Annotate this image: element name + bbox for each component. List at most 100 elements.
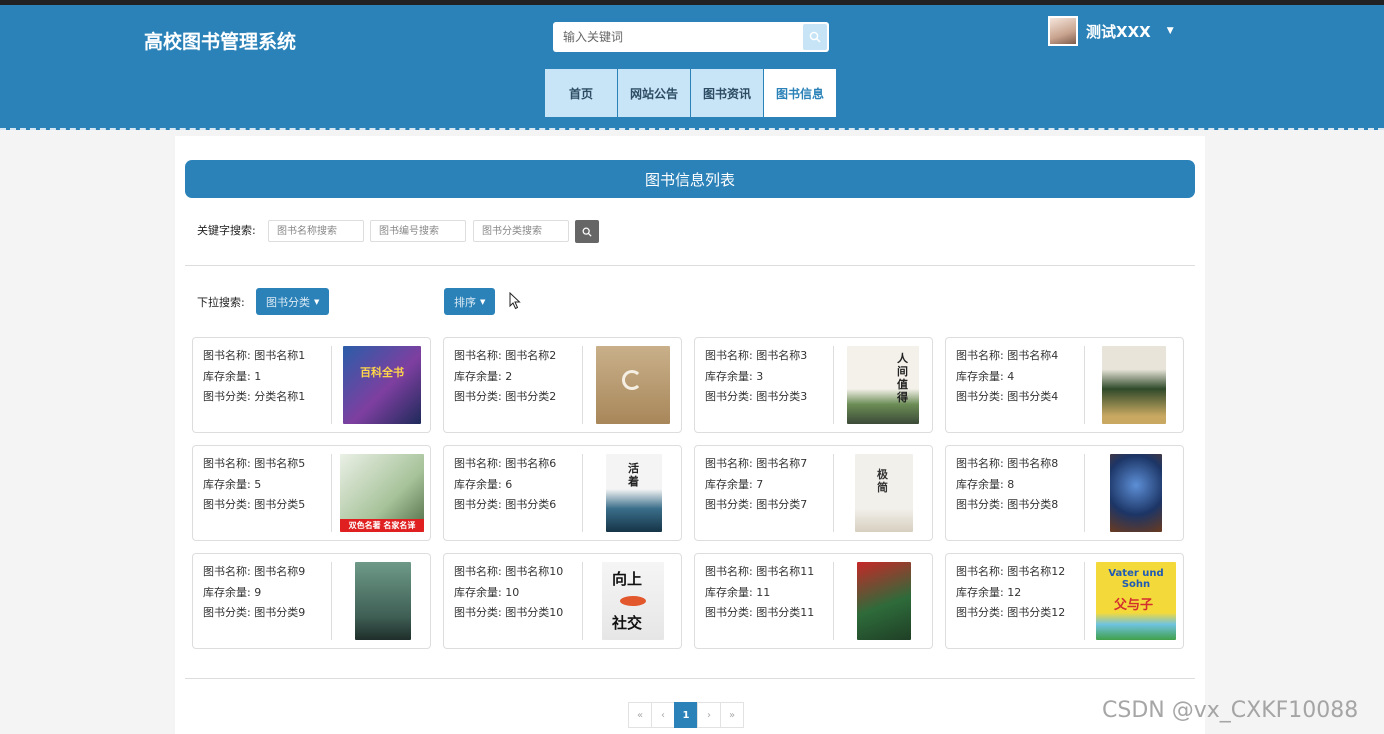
book-stock: 4 bbox=[1007, 369, 1015, 383]
book-card[interactable]: 图书名称: 图书名称1 库存余量: 1 图书分类: 分类名称1 百科全书 bbox=[192, 337, 431, 433]
book-card[interactable]: 图书名称: 图书名称8 库存余量: 8 图书分类: 图书分类8 bbox=[945, 445, 1184, 541]
book-category: 图书分类8 bbox=[1007, 498, 1059, 511]
book-category: 图书分类9 bbox=[254, 606, 306, 619]
book-stock: 10 bbox=[505, 585, 520, 599]
book-card[interactable]: 图书名称: 图书名称2 库存余量: 2 图书分类: 图书分类2 bbox=[443, 337, 682, 433]
nav-item-book-info[interactable]: 图书信息 bbox=[764, 69, 836, 117]
book-stock: 3 bbox=[756, 369, 764, 383]
book-stock: 6 bbox=[505, 477, 513, 491]
book-info: 图书名称: 图书名称3 库存余量: 3 图书分类: 图书分类3 bbox=[705, 349, 808, 403]
category-dropdown-button[interactable]: 图书分类 ▼ bbox=[256, 288, 330, 315]
book-stock: 8 bbox=[1007, 477, 1015, 491]
book-card[interactable]: 图书名称: 图书名称10 库存余量: 10 图书分类: 图书分类10 向上 社交 bbox=[443, 553, 682, 649]
book-cover-image[interactable]: 极简 bbox=[855, 454, 913, 532]
book-stock: 1 bbox=[254, 369, 262, 383]
book-cover-image[interactable] bbox=[857, 562, 911, 640]
book-info: 图书名称: 图书名称1 库存余量: 1 图书分类: 分类名称1 bbox=[203, 349, 306, 403]
search-button[interactable] bbox=[803, 24, 827, 50]
nav-item-home[interactable]: 首页 bbox=[545, 69, 617, 117]
book-name: 图书名称8 bbox=[1007, 457, 1059, 470]
book-category: 图书分类4 bbox=[1007, 390, 1059, 403]
user-menu[interactable]: 测试XXX ▼ bbox=[1048, 16, 1174, 46]
book-name-search-input[interactable] bbox=[268, 220, 364, 242]
caret-down-icon: ▼ bbox=[314, 297, 320, 306]
book-name: 图书名称9 bbox=[254, 565, 306, 578]
book-name: 图书名称7 bbox=[756, 457, 808, 470]
book-name: 图书名称11 bbox=[756, 565, 815, 578]
book-cover-image[interactable] bbox=[1110, 454, 1162, 532]
book-info: 图书名称: 图书名称8 库存余量: 8 图书分类: 图书分类8 bbox=[956, 457, 1059, 511]
search-icon bbox=[809, 31, 821, 43]
book-card[interactable]: 图书名称: 图书名称11 库存余量: 11 图书分类: 图书分类11 bbox=[694, 553, 933, 649]
last-page-button[interactable]: » bbox=[720, 702, 744, 728]
book-cover-image[interactable]: 活着 bbox=[606, 454, 662, 532]
book-cover-image[interactable] bbox=[1102, 346, 1166, 424]
book-stock: 9 bbox=[254, 585, 262, 599]
user-name[interactable]: 测试XXX bbox=[1086, 21, 1151, 42]
book-card[interactable]: 图书名称: 图书名称7 库存余量: 7 图书分类: 图书分类7 极简 bbox=[694, 445, 933, 541]
book-category: 图书分类7 bbox=[756, 498, 808, 511]
book-name: 图书名称2 bbox=[505, 349, 557, 362]
site-header: 高校图书管理系统 测试XXX ▼ 首页 网站公告 图书资讯 图书信息 bbox=[0, 0, 1384, 130]
book-stock: 2 bbox=[505, 369, 513, 383]
book-name: 图书名称1 bbox=[254, 349, 306, 362]
book-card[interactable]: 图书名称: 图书名称6 库存余量: 6 图书分类: 图书分类6 活着 bbox=[443, 445, 682, 541]
book-card[interactable]: 图书名称: 图书名称4 库存余量: 4 图书分类: 图书分类4 bbox=[945, 337, 1184, 433]
prev-page-button[interactable]: ‹ bbox=[651, 702, 675, 728]
mouse-cursor-icon bbox=[509, 292, 521, 310]
book-category: 图书分类3 bbox=[756, 390, 808, 403]
page-1-button[interactable]: 1 bbox=[674, 702, 698, 728]
book-info: 图书名称: 图书名称9 库存余量: 9 图书分类: 图书分类9 bbox=[203, 565, 306, 619]
keyword-search-button[interactable] bbox=[575, 220, 599, 243]
divider bbox=[185, 265, 1195, 266]
book-stock: 11 bbox=[756, 585, 771, 599]
search-input[interactable] bbox=[553, 22, 803, 52]
pagination: « ‹ 1 › » bbox=[628, 702, 744, 728]
keyword-search-label: 关键字搜索: bbox=[197, 224, 256, 237]
book-category: 图书分类2 bbox=[505, 390, 557, 403]
header-search bbox=[553, 22, 829, 52]
book-info: 图书名称: 图书名称7 库存余量: 7 图书分类: 图书分类7 bbox=[705, 457, 808, 511]
book-code-search-input[interactable] bbox=[370, 220, 466, 242]
book-category: 图书分类6 bbox=[505, 498, 557, 511]
book-card[interactable]: 图书名称: 图书名称5 库存余量: 5 图书分类: 图书分类5 双色名著 名家名… bbox=[192, 445, 431, 541]
nav-item-news[interactable]: 图书资讯 bbox=[691, 69, 763, 117]
sort-dropdown-button[interactable]: 排序 ▼ bbox=[444, 288, 496, 315]
book-cover-image[interactable]: 向上 社交 bbox=[602, 562, 664, 640]
nav-item-announcements[interactable]: 网站公告 bbox=[618, 69, 690, 117]
book-stock: 5 bbox=[254, 477, 262, 491]
book-cover-image[interactable]: 百科全书 bbox=[343, 346, 421, 424]
main-nav: 首页 网站公告 图书资讯 图书信息 bbox=[545, 69, 837, 117]
book-category: 图书分类11 bbox=[756, 606, 815, 619]
category-dropdown-label: 图书分类 bbox=[266, 295, 310, 309]
book-category-search-input[interactable] bbox=[473, 220, 569, 242]
book-cover-image[interactable] bbox=[596, 346, 670, 424]
book-card[interactable]: 图书名称: 图书名称12 库存余量: 12 图书分类: 图书分类12 Vater… bbox=[945, 553, 1184, 649]
book-info: 图书名称: 图书名称6 库存余量: 6 图书分类: 图书分类6 bbox=[454, 457, 557, 511]
book-name: 图书名称3 bbox=[756, 349, 808, 362]
book-list-panel: 图书信息列表 关键字搜索: 下拉搜索: 图书分类 ▼ 排序 ▼ 图书名称: 图书名称… bbox=[175, 136, 1205, 734]
book-name: 图书名称4 bbox=[1007, 349, 1059, 362]
first-page-button[interactable]: « bbox=[628, 702, 652, 728]
book-info: 图书名称: 图书名称12 库存余量: 12 图书分类: 图书分类12 bbox=[956, 565, 1066, 619]
book-category: 图书分类12 bbox=[1007, 606, 1066, 619]
book-cover-image[interactable]: Vater und Sohn 父与子 bbox=[1096, 562, 1176, 640]
sort-dropdown-label: 排序 bbox=[454, 295, 476, 309]
caret-down-icon[interactable]: ▼ bbox=[1167, 26, 1174, 36]
watermark: CSDN @vx_CXKF10088 bbox=[1102, 698, 1359, 723]
book-cover-image[interactable] bbox=[355, 562, 411, 640]
book-card[interactable]: 图书名称: 图书名称3 库存余量: 3 图书分类: 图书分类3 人间值得 bbox=[694, 337, 933, 433]
book-stock: 12 bbox=[1007, 585, 1022, 599]
book-category: 图书分类5 bbox=[254, 498, 306, 511]
book-name: 图书名称6 bbox=[505, 457, 557, 470]
panel-title: 图书信息列表 bbox=[185, 160, 1195, 198]
book-cover-image[interactable]: 双色名著 名家名译 bbox=[340, 454, 424, 532]
next-page-button[interactable]: › bbox=[697, 702, 721, 728]
avatar[interactable] bbox=[1048, 16, 1078, 46]
book-info: 图书名称: 图书名称2 库存余量: 2 图书分类: 图书分类2 bbox=[454, 349, 557, 403]
book-info: 图书名称: 图书名称5 库存余量: 5 图书分类: 图书分类5 bbox=[203, 457, 306, 511]
book-card[interactable]: 图书名称: 图书名称9 库存余量: 9 图书分类: 图书分类9 bbox=[192, 553, 431, 649]
book-cover-image[interactable]: 人间值得 bbox=[847, 346, 919, 424]
book-stock: 7 bbox=[756, 477, 764, 491]
book-info: 图书名称: 图书名称4 库存余量: 4 图书分类: 图书分类4 bbox=[956, 349, 1059, 403]
